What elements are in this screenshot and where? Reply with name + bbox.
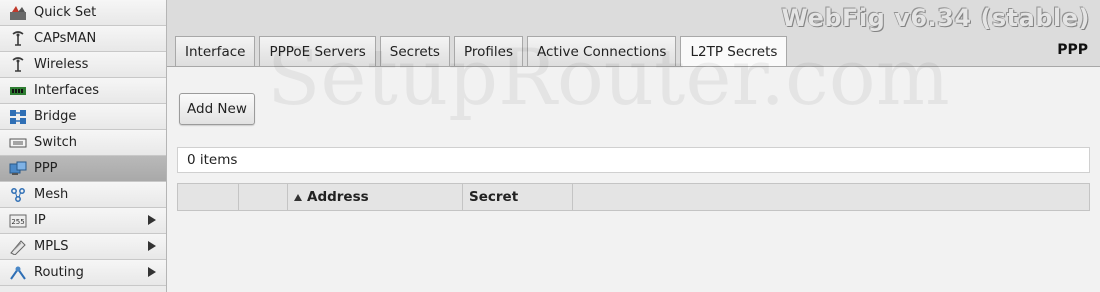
column-header-select[interactable] [178, 184, 239, 210]
sidebar-item-wireless[interactable]: Wireless [0, 52, 166, 78]
table-header: Address Secret [177, 183, 1090, 211]
sidebar-item-routing[interactable]: Routing [0, 260, 166, 286]
sidebar-item-label: Wireless [34, 57, 89, 72]
interfaces-icon [8, 83, 28, 99]
ip-icon: 255 [8, 213, 28, 229]
sidebar-item-interfaces[interactable]: Interfaces [0, 78, 166, 104]
sidebar-item-capsman[interactable]: CAPsMAN [0, 26, 166, 52]
column-header-flags[interactable] [239, 184, 288, 210]
tab-interface[interactable]: Interface [175, 36, 256, 66]
column-header-secret[interactable]: Secret [463, 184, 573, 210]
bridge-icon [8, 109, 28, 125]
tab-profiles[interactable]: Profiles [453, 36, 523, 66]
sidebar-item-ppp[interactable]: PPP [0, 156, 166, 182]
content-area: SetupRouter.com Add New 0 items Address … [167, 33, 1100, 292]
sidebar-item-bridge[interactable]: Bridge [0, 104, 166, 130]
ppp-icon [8, 161, 28, 177]
item-count: 0 items [177, 147, 1090, 173]
sidebar-item-label: MPLS [34, 239, 69, 254]
sidebar-item-quick-set[interactable]: Quick Set [0, 0, 166, 26]
sidebar-item-label: CAPsMAN [34, 31, 97, 46]
submenu-arrow-icon [148, 241, 156, 251]
sidebar-item-mpls[interactable]: MPLS [0, 234, 166, 260]
sidebar-item-label: Routing [34, 265, 84, 280]
sidebar-item-label: Mesh [34, 187, 69, 202]
sidebar: Quick Set CAPsMAN Wireless Interfaces Br… [0, 0, 167, 292]
header-bar: WebFig v6.34 (stable) PPP Interface PPPo… [167, 0, 1100, 67]
tab-l2tp-secrets[interactable]: L2TP Secrets [680, 36, 788, 67]
routing-icon [8, 265, 28, 281]
switch-icon [8, 135, 28, 151]
sidebar-item-switch[interactable]: Switch [0, 130, 166, 156]
tab-pppoe-servers[interactable]: PPPoE Servers [259, 36, 376, 66]
submenu-arrow-icon [148, 267, 156, 277]
sidebar-item-ip[interactable]: 255 IP [0, 208, 166, 234]
svg-text:255: 255 [11, 218, 24, 226]
sidebar-item-label: IP [34, 213, 46, 228]
column-header-filler [573, 184, 1089, 210]
main-panel: WebFig v6.34 (stable) PPP Interface PPPo… [167, 0, 1100, 292]
sidebar-item-label: Switch [34, 135, 77, 150]
sort-ascending-icon [294, 193, 302, 201]
item-count-label: 0 items [187, 152, 238, 168]
tab-secrets[interactable]: Secrets [379, 36, 450, 66]
app-title: WebFig v6.34 (stable) [781, 4, 1090, 32]
sidebar-item-label: Bridge [34, 109, 77, 124]
quick-set-icon [8, 5, 28, 21]
sidebar-item-label: Quick Set [34, 5, 97, 20]
mpls-icon [8, 239, 28, 255]
tab-bar: Interface PPPoE Servers Secrets Profiles… [175, 36, 791, 67]
sidebar-item-mesh[interactable]: Mesh [0, 182, 166, 208]
column-header-label: Secret [469, 189, 519, 205]
submenu-arrow-icon [148, 215, 156, 225]
antenna-icon [8, 56, 28, 73]
column-header-label: Address [307, 189, 369, 205]
column-header-address[interactable]: Address [288, 184, 463, 210]
antenna-icon [8, 30, 28, 47]
sidebar-item-label: Interfaces [34, 83, 99, 98]
sidebar-item-label: PPP [34, 161, 58, 176]
section-title: PPP [1057, 42, 1088, 58]
add-new-button[interactable]: Add New [179, 93, 255, 125]
mesh-icon [8, 187, 28, 203]
tab-active-connections[interactable]: Active Connections [526, 36, 677, 66]
